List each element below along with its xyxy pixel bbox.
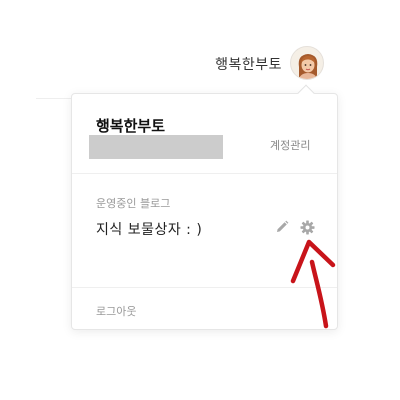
account-manage-link[interactable]: 계정관리	[270, 137, 310, 153]
gear-icon	[299, 219, 315, 235]
pencil-icon	[277, 220, 289, 232]
blog-link[interactable]: 지식 보물상자 : )	[96, 219, 202, 239]
account-dropdown: 행복한부토 계정관리 운영중인 블로그 지식 보물상자 : ) 로그아웃	[71, 93, 338, 330]
edit-blog-button[interactable]	[273, 218, 291, 236]
footer-divider	[72, 287, 337, 288]
redacted-email	[89, 135, 223, 159]
avatar[interactable]	[290, 46, 324, 80]
section-divider	[72, 173, 337, 174]
blogs-section-title: 운영중인 블로그	[96, 197, 171, 210]
account-name: 행복한부토	[96, 117, 166, 135]
blog-settings-button[interactable]	[298, 218, 316, 236]
header-username[interactable]: 행복한부토	[215, 54, 282, 74]
avatar-portrait-icon	[298, 54, 318, 79]
logout-link[interactable]: 로그아웃	[96, 303, 136, 319]
